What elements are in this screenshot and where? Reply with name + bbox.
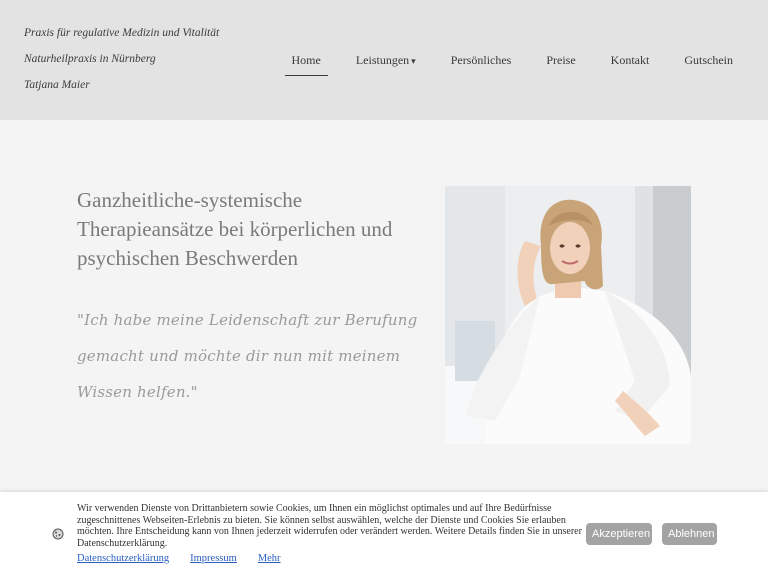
nav-item-leistungen[interactable]: Leistungen ▾ [349, 52, 423, 76]
cookie-icon [52, 528, 64, 540]
cookie-consent-text: Wir verwenden Dienste von Drittanbietern… [77, 503, 582, 549]
hero-headline: Ganzheitliche-systemische Therapieansätz… [77, 188, 393, 270]
brand-owner-name: Tatjana Maier [24, 79, 90, 91]
nav-item-label: Gutschein [684, 53, 733, 67]
brand-subtitle: Naturheilpraxis in Nürnberg [24, 53, 156, 65]
nav-item-label: Kontakt [610, 53, 650, 67]
imprint-link[interactable]: Impressum [190, 553, 237, 564]
nav-item-home[interactable]: Home [284, 52, 328, 76]
hero-quote: "Ich habe meine Leidenschaft zur Berufun… [77, 311, 418, 401]
cookie-links: Datenschutzerklärung Impressum Mehr [77, 553, 281, 564]
accept-cookies-button[interactable]: Akzeptieren [586, 523, 652, 545]
chevron-down-icon: ▾ [411, 56, 416, 66]
nav-item-preise[interactable]: Preise [539, 52, 582, 76]
portrait-photo [445, 186, 691, 444]
nav-item-label: Leistungen [355, 53, 410, 67]
nav-item-label: Preise [546, 53, 576, 67]
nav-item-kontakt[interactable]: Kontakt [604, 52, 657, 76]
nav-item-label: Home [291, 53, 321, 67]
brand-tagline: Praxis für regulative Medizin und Vitali… [24, 27, 220, 39]
more-info-link[interactable]: Mehr [258, 553, 281, 564]
privacy-policy-link[interactable]: Datenschutzerklärung [77, 553, 169, 564]
portrait-illustration [445, 186, 691, 444]
nav-item-persoenliches[interactable]: Persönliches [444, 52, 519, 76]
site-header: Praxis für regulative Medizin und Vitali… [0, 0, 768, 120]
reject-cookies-button[interactable]: Ablehnen [662, 523, 717, 545]
nav-item-label: Persönliches [450, 53, 512, 67]
nav-item-gutschein[interactable]: Gutschein [677, 52, 740, 76]
main-navigation: Home Leistungen ▾ Persönliches Preise Kon… [284, 52, 741, 76]
